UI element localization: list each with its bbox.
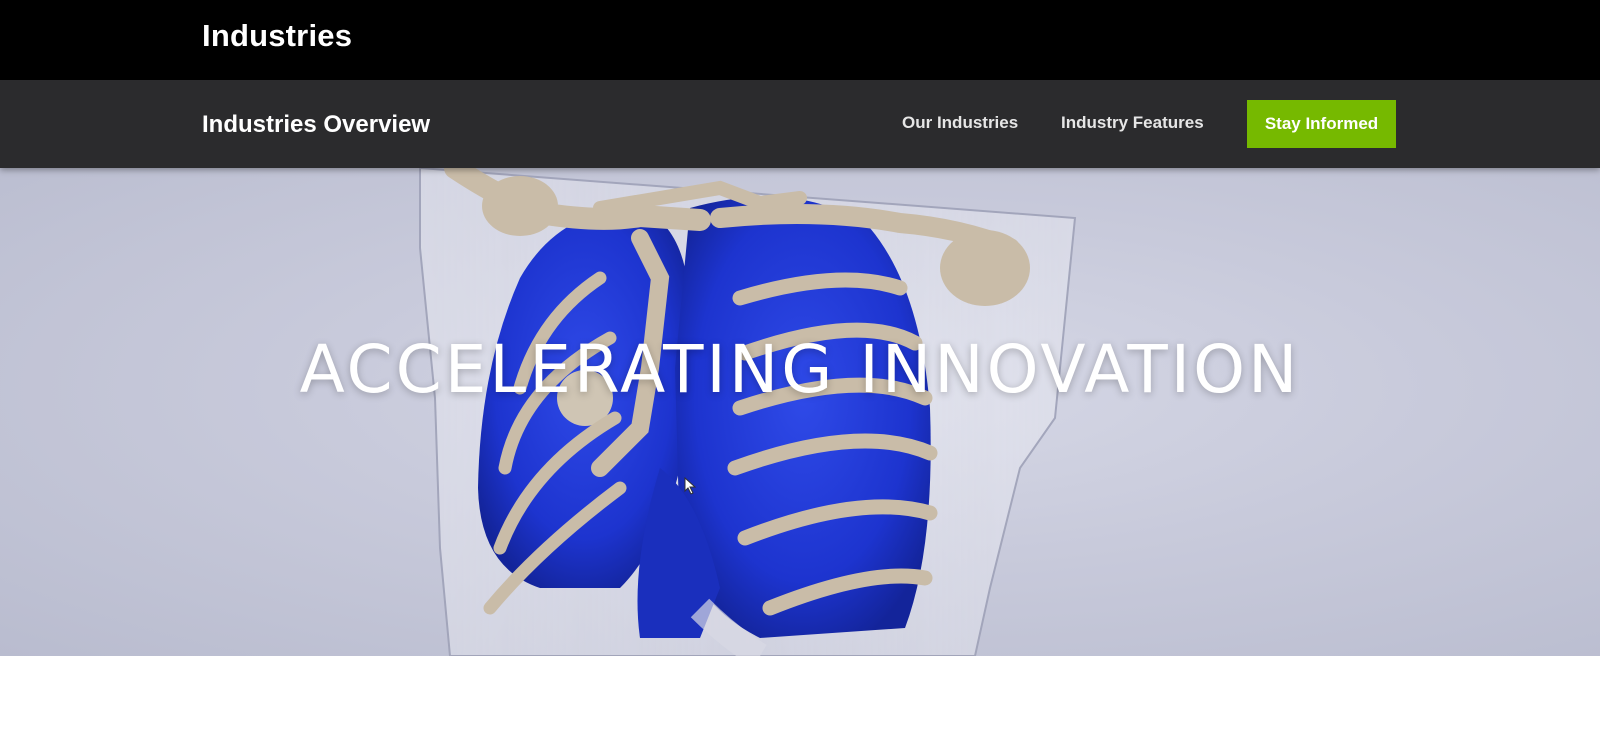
nav-link-our-industries[interactable]: Our Industries: [902, 113, 1018, 133]
hero-headline: ACCELERATING INNOVATION: [299, 331, 1301, 408]
hero-banner: ACCELERATING INNOVATION: [0, 168, 1600, 656]
stay-informed-button[interactable]: Stay Informed: [1247, 100, 1396, 148]
content-area: [0, 656, 1600, 736]
sub-navigation-bar: Industries Overview Our Industries Indus…: [0, 80, 1600, 168]
mouse-pointer-icon: [684, 477, 696, 495]
nav-link-industry-features[interactable]: Industry Features: [1061, 113, 1204, 133]
top-bar: Industries: [0, 0, 1600, 80]
site-brand-title[interactable]: Industries: [202, 18, 352, 54]
subnav-title[interactable]: Industries Overview: [202, 111, 430, 139]
hero-medical-image: [419, 168, 1077, 656]
